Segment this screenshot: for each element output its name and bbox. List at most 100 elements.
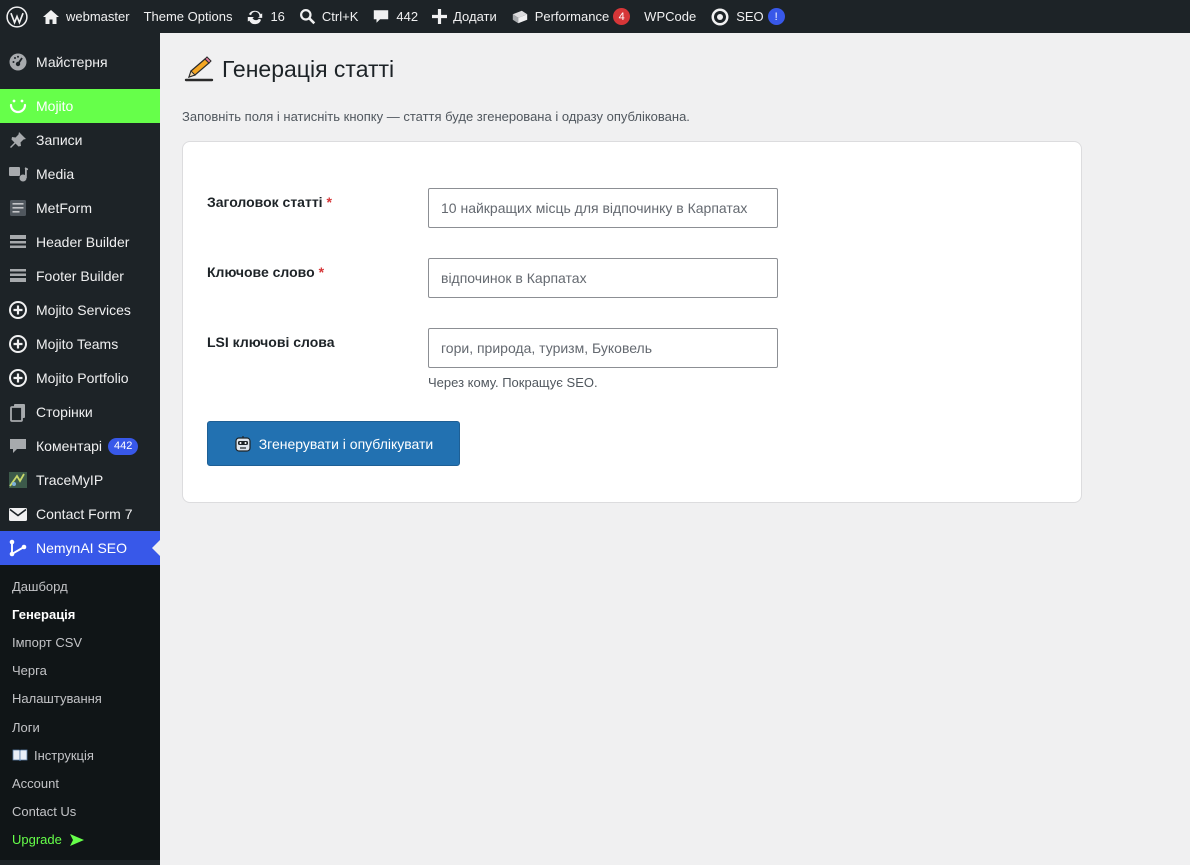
updates-link[interactable]: 16 <box>239 0 291 33</box>
dashboard-icon <box>8 52 28 72</box>
add-new-label: Додати <box>453 9 497 24</box>
title-label: Заголовок статті * <box>207 194 332 210</box>
menu-item-label: Header Builder <box>36 234 130 250</box>
smile-icon <box>8 96 28 116</box>
pages-icon <box>8 402 28 422</box>
menu-item-mojito-teams[interactable]: Mojito Teams <box>0 327 160 361</box>
menu-item-label: Коментарі <box>36 438 103 454</box>
menu-item-mojito-portfolio[interactable]: Mojito Portfolio <box>0 361 160 395</box>
performance-label: Performance <box>534 9 610 24</box>
page-intro: Заповніть поля і натисніть кнопку — стат… <box>182 109 690 124</box>
book-icon <box>12 749 28 762</box>
menu-item-mojito[interactable]: Mojito <box>0 89 160 123</box>
nemyn-icon <box>8 538 28 558</box>
title-label-text: Заголовок статті <box>207 194 323 210</box>
menu-item-label: Footer Builder <box>36 268 124 284</box>
seo-badge: ! <box>767 8 785 25</box>
keyword-input[interactable] <box>428 258 778 298</box>
menu-item-label: Mojito Portfolio <box>36 370 129 386</box>
performance-icon <box>511 8 529 26</box>
comments-count: 442 <box>396 9 419 24</box>
required-mark: * <box>318 264 325 280</box>
submenu-item-upgrade[interactable]: Upgrade <box>0 826 160 854</box>
submenu-item-import-csv[interactable]: Імпорт CSV <box>0 628 160 656</box>
menu-item-label: Майстерня <box>36 54 108 70</box>
mail-icon <box>8 504 28 524</box>
seo-gear-icon <box>710 7 730 27</box>
pencil-icon <box>184 55 214 83</box>
submenu-item-label: Account <box>12 775 59 791</box>
page-title-text: Генерація статті <box>222 55 395 82</box>
submenu-item-settings[interactable]: Налаштування <box>0 685 160 713</box>
nemynai-submenu: Дашборд Генерація Імпорт CSV Черга Налаш… <box>0 565 160 860</box>
submenu-item-label: Дашборд <box>12 578 68 594</box>
submenu-item-instructions[interactable]: Інструкція <box>0 741 160 769</box>
submenu-item-queue[interactable]: Черга <box>0 657 160 685</box>
seo-link[interactable]: SEO ! <box>703 0 791 33</box>
search-shortcut-link[interactable]: Ctrl+K <box>292 0 365 33</box>
lsi-keywords-input[interactable] <box>428 328 778 368</box>
layout-icon <box>8 266 28 286</box>
generation-form-card: Заголовок статті * Ключове слово * LSI к… <box>182 141 1082 503</box>
keyword-label: Ключове слово * <box>207 264 324 280</box>
menu-item-header-builder[interactable]: Header Builder <box>0 225 160 259</box>
admin-bar: webmaster Theme Options 16 Ctrl+K 442 До… <box>0 0 1190 33</box>
submenu-item-dashboard[interactable]: Дашборд <box>0 572 160 600</box>
menu-item-label: Contact Form 7 <box>36 506 133 522</box>
submenu-item-label: Логи <box>12 719 40 735</box>
plus-circle-icon <box>8 300 28 320</box>
menu-item-comments[interactable]: Коментарі 442 <box>0 429 160 463</box>
plus-circle-icon <box>8 368 28 388</box>
plus-circle-icon <box>8 334 28 354</box>
pin-icon <box>8 130 28 150</box>
menu-item-metform[interactable]: MetForm <box>0 191 160 225</box>
menu-item-label: Mojito <box>36 98 74 114</box>
menu-item-tracemyip[interactable]: TraceMyIP <box>0 463 160 497</box>
performance-link[interactable]: Performance 4 <box>504 0 637 33</box>
submenu-item-account[interactable]: Account <box>0 769 160 797</box>
theme-options-label: Theme Options <box>143 9 233 24</box>
submenu-item-label: Налаштування <box>12 691 102 707</box>
article-title-input[interactable] <box>428 188 778 228</box>
menu-item-label: Mojito Services <box>36 302 131 318</box>
wpcode-label: WPCode <box>644 9 697 24</box>
form-icon <box>8 198 28 218</box>
media-icon <box>8 164 28 184</box>
menu-item-posts[interactable]: Записи <box>0 123 160 157</box>
menu-item-nemynai-seo[interactable]: NemynAI SEO <box>0 531 160 565</box>
menu-item-footer-builder[interactable]: Footer Builder <box>0 259 160 293</box>
submenu-item-contact-us[interactable]: Contact Us <box>0 798 160 826</box>
keyword-label-text: Ключове слово <box>207 264 315 280</box>
seo-label: SEO <box>736 9 764 24</box>
submenu-item-label: Upgrade <box>12 832 62 848</box>
wordpress-logo-icon[interactable] <box>0 0 35 33</box>
submenu-item-label: Імпорт CSV <box>12 634 83 650</box>
performance-badge: 4 <box>613 8 631 25</box>
menu-item-pages[interactable]: Сторінки <box>0 395 160 429</box>
submenu-item-generation[interactable]: Генерація <box>0 600 160 628</box>
lsi-hint: Через кому. Покращує SEO. <box>428 375 598 390</box>
theme-options-link[interactable]: Theme Options <box>137 0 240 33</box>
home-icon <box>42 9 60 25</box>
site-name-link[interactable]: webmaster <box>35 0 137 33</box>
page-title: Генерація статті <box>184 55 394 83</box>
generate-publish-button[interactable]: Згенерувати і опублікувати <box>207 421 460 466</box>
search-icon <box>299 8 316 25</box>
add-new-link[interactable]: Додати <box>425 0 504 33</box>
refresh-icon <box>246 8 264 26</box>
comments-link[interactable]: 442 <box>365 0 425 33</box>
menu-item-media[interactable]: Media <box>0 157 160 191</box>
menu-item-dashboard[interactable]: Майстерня <box>0 45 160 79</box>
comments-count-badge: 442 <box>108 437 139 455</box>
submenu-item-logs[interactable]: Логи <box>0 713 160 741</box>
updates-count: 16 <box>270 9 285 24</box>
tracemyip-icon <box>8 470 28 490</box>
menu-item-mojito-services[interactable]: Mojito Services <box>0 293 160 327</box>
wpcode-link[interactable]: WPCode <box>637 0 703 33</box>
search-shortcut: Ctrl+K <box>321 9 359 24</box>
plus-icon <box>432 9 448 24</box>
menu-item-contact-form-7[interactable]: Contact Form 7 <box>0 497 160 531</box>
menu-item-label: Mojito Teams <box>36 336 119 352</box>
lsi-label: LSI ключові слова <box>207 334 335 350</box>
layout-icon <box>8 232 28 252</box>
